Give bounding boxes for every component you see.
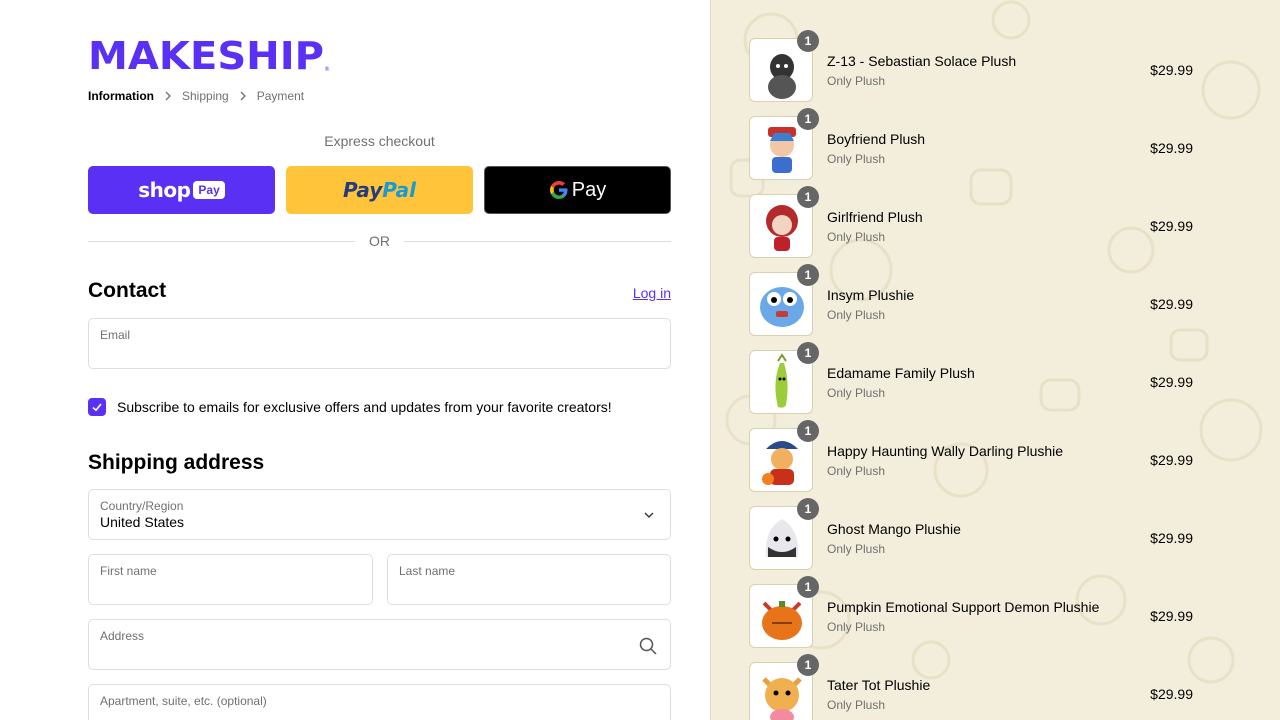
item-name: Happy Haunting Wally Darling Plushie: [827, 443, 1064, 459]
order-item: 1 Ghost Mango Plushie Only Plush $29.99: [749, 498, 1193, 570]
address-label: Address: [100, 629, 145, 643]
search-icon: [639, 637, 657, 655]
checkmark-icon: [92, 403, 102, 412]
breadcrumb-information: Information: [88, 89, 154, 103]
item-variant: Only Plush: [827, 620, 886, 634]
google-pay-button[interactable]: Pay: [484, 166, 671, 214]
country-label: Country/Region: [100, 499, 184, 513]
last-name-label: Last name: [399, 564, 456, 578]
quantity-badge: 1: [797, 264, 819, 286]
google-g-icon: [549, 181, 568, 199]
quantity-badge: 1: [797, 420, 819, 442]
address-field[interactable]: Address: [88, 619, 671, 670]
breadcrumb: Information Shipping Payment: [88, 89, 304, 103]
chevron-right-icon: [229, 91, 257, 101]
subscribe-checkbox[interactable]: [88, 398, 106, 416]
quantity-badge: 1: [797, 108, 819, 130]
item-name: Edamame Family Plush: [827, 365, 975, 381]
chevron-down-icon: [644, 512, 654, 518]
last-name-field[interactable]: Last name: [387, 554, 671, 605]
paypal-wordmark-pay: Pay: [342, 178, 383, 202]
item-price: $29.99: [1150, 608, 1193, 624]
quantity-badge: 1: [797, 30, 819, 52]
subscribe-label: Subscribe to emails for exclusive offers…: [117, 399, 612, 415]
google-pay-label: Pay: [571, 178, 607, 201]
item-variant: Only Plush: [827, 152, 886, 166]
or-text: OR: [369, 233, 390, 249]
email-field[interactable]: Email: [88, 318, 671, 369]
order-summary: 1 Z-13 - Sebastian Solace Plush Only Plu…: [710, 0, 1280, 720]
order-item: 1 Pumpkin Emotional Support Demon Plushi…: [749, 576, 1193, 648]
item-name: Z-13 - Sebastian Solace Plush: [827, 53, 1017, 69]
order-item: 1 Insym Plushie Only Plush $29.99: [749, 264, 1193, 336]
country-value: United States: [100, 514, 185, 530]
order-item: 1 Boyfriend Plush Only Plush $29.99: [749, 108, 1193, 180]
breadcrumb-payment[interactable]: Payment: [257, 89, 304, 103]
item-variant: Only Plush: [827, 230, 886, 244]
item-name: Ghost Mango Plushie: [827, 521, 961, 537]
email-label: Email: [100, 328, 131, 342]
svg-text:MAKESHIP: MAKESHIP: [88, 38, 324, 72]
makeship-logo[interactable]: MAKESHIP ®: [88, 38, 340, 72]
quantity-badge: 1: [797, 186, 819, 208]
breadcrumb-shipping[interactable]: Shipping: [182, 89, 229, 103]
item-variant: Only Plush: [827, 386, 886, 400]
express-checkout-label: Express checkout: [324, 133, 435, 149]
shop-pay-wordmark: shop: [138, 178, 191, 202]
chevron-right-icon: [154, 91, 182, 101]
country-select[interactable]: Country/Region United States: [88, 489, 671, 540]
item-price: $29.99: [1150, 452, 1193, 468]
item-price: $29.99: [1150, 140, 1193, 156]
item-name: Girlfriend Plush: [827, 209, 923, 225]
or-divider: OR: [88, 233, 671, 249]
paypal-wordmark-pal: Pal: [382, 178, 417, 202]
item-price: $29.99: [1150, 296, 1193, 312]
item-name: Insym Plushie: [827, 287, 915, 303]
first-name-label: First name: [100, 564, 157, 578]
item-name: Pumpkin Emotional Support Demon Plushie: [827, 599, 1100, 615]
order-item: 1 Edamame Family Plush Only Plush $29.99: [749, 342, 1193, 414]
subscribe-row: Subscribe to emails for exclusive offers…: [88, 398, 612, 416]
checkout-main: MAKESHIP ® Information Shipping Payment …: [0, 0, 710, 720]
item-variant: Only Plush: [827, 308, 886, 322]
item-name: Tater Tot Plushie: [827, 677, 931, 693]
quantity-badge: 1: [797, 342, 819, 364]
item-variant: Only Plush: [827, 74, 886, 88]
order-item: 1 Z-13 - Sebastian Solace Plush Only Plu…: [749, 30, 1193, 102]
quantity-badge: 1: [797, 576, 819, 598]
first-name-field[interactable]: First name: [88, 554, 373, 605]
item-variant: Only Plush: [827, 698, 886, 712]
order-item: 1 Girlfriend Plush Only Plush $29.99: [749, 186, 1193, 258]
login-link[interactable]: Log in: [633, 285, 671, 301]
shop-pay-button[interactable]: shop Pay: [88, 166, 275, 214]
item-variant: Only Plush: [827, 464, 886, 478]
shipping-address-title: Shipping address: [88, 451, 265, 474]
paypal-button[interactable]: Pay Pal: [286, 166, 473, 214]
svg-text:®: ®: [324, 66, 330, 72]
contact-title: Contact: [88, 279, 167, 302]
item-price: $29.99: [1150, 218, 1193, 234]
apartment-field[interactable]: Apartment, suite, etc. (optional): [88, 684, 671, 720]
item-name: Boyfriend Plush: [827, 131, 926, 147]
shop-pay-badge: Pay: [193, 181, 225, 199]
quantity-badge: 1: [797, 498, 819, 520]
item-price: $29.99: [1150, 62, 1193, 78]
order-item: 1 Tater Tot Plushie Only Plush $29.99: [749, 654, 1193, 720]
item-price: $29.99: [1150, 374, 1193, 390]
item-price: $29.99: [1150, 530, 1193, 546]
item-variant: Only Plush: [827, 542, 886, 556]
apartment-label: Apartment, suite, etc. (optional): [100, 694, 267, 708]
order-item: 1 Happy Haunting Wally Darling Plushie O…: [749, 420, 1193, 492]
quantity-badge: 1: [797, 654, 819, 676]
item-price: $29.99: [1150, 686, 1193, 702]
